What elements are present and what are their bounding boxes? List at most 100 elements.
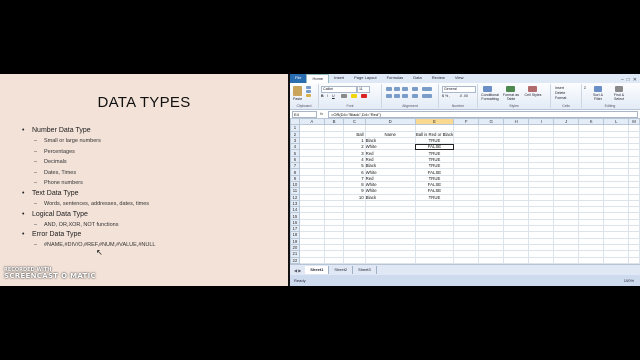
sheet-tab[interactable]: Sheet2 [329, 266, 354, 274]
cut-icon[interactable] [306, 86, 311, 89]
zoom-level[interactable]: 100% [620, 275, 640, 286]
cell-styles-button[interactable]: Cell Styles [524, 93, 542, 97]
sheet-nav-icon[interactable]: ◀ ▶ [290, 268, 305, 273]
sort-filter-icon[interactable] [594, 86, 602, 92]
autosum-icon[interactable]: Σ [584, 86, 586, 90]
orientation-icon[interactable] [412, 87, 418, 91]
fill-color-icon[interactable] [351, 94, 357, 98]
tab-file[interactable]: File [290, 74, 307, 83]
sub-bullet-item: Small or large numbers [22, 136, 284, 147]
copy-icon[interactable] [306, 90, 311, 93]
slide-title: DATA TYPES [97, 94, 191, 111]
conditional-formatting-icon[interactable] [483, 86, 492, 92]
ribbon-home: Paste Clipboard Calibri 11 B I U Font Al… [290, 83, 640, 110]
decimal-buttons[interactable]: .0 .00 [459, 94, 468, 98]
conditional-formatting-button[interactable]: Conditional Formatting [479, 93, 501, 101]
align-right-icon[interactable] [402, 94, 408, 98]
editing-group: Σ Sort & Filter Find & Select Editing [582, 84, 638, 108]
tab-insert[interactable]: Insert [329, 74, 349, 83]
number-group: General $ % , .0 .00 Number [439, 84, 478, 108]
worksheet-table: A B C D E F G H I J K L M 1 2 Ball Name Ball is Red or Bl… [290, 117, 640, 283]
sheet-tab[interactable]: Sheet1 [305, 266, 330, 274]
cell-styles-icon[interactable] [528, 86, 537, 92]
sheet-tab[interactable]: Sheet3 [353, 266, 377, 274]
format-painter-icon[interactable] [306, 94, 311, 97]
styles-group: Conditional Formatting Format as Table C… [478, 84, 551, 108]
paste-icon[interactable] [293, 86, 302, 96]
tab-data[interactable]: Data [408, 74, 426, 83]
bullet-item: Number Data Type [22, 126, 284, 136]
cells-group: Insert Delete Format Cells [551, 84, 582, 108]
tab-view[interactable]: View [450, 74, 469, 83]
presentation-slide: DATA TYPES Number Data TypeSmall or larg… [0, 74, 288, 286]
underline-button[interactable]: U [332, 94, 335, 98]
ribbon-tabs: File Home Insert Page Layout Formulas Data Rev… [290, 74, 468, 83]
sort-filter-button[interactable]: Sort & Filter [590, 93, 606, 101]
sub-bullet-item: Decimals [22, 157, 284, 168]
font-name-select[interactable]: Calibri [321, 86, 357, 93]
number-format-select[interactable]: General [442, 86, 476, 93]
watermark-brand: SCREENCAST O MATIC [4, 272, 96, 280]
insert-cells-button[interactable]: Insert [555, 86, 564, 90]
cells-label: Cells [562, 104, 570, 108]
bullet-item: Logical Data Type [22, 210, 284, 220]
find-select-icon[interactable] [615, 86, 623, 92]
sub-bullet-item: Percentages [22, 147, 284, 158]
sub-bullet-item: Dates, Times [22, 168, 284, 179]
format-as-table-icon[interactable] [506, 86, 515, 92]
status-text: Ready [294, 278, 306, 283]
borders-icon[interactable] [341, 94, 347, 98]
clipboard-label: Clipboard [296, 104, 312, 108]
screen-stage: DATA TYPES Number Data TypeSmall or larg… [0, 74, 640, 286]
ribbon-tab-bar: File Home Insert Page Layout Formulas Data Rev… [290, 74, 640, 83]
recording-watermark: RECORDED WITH SCREENCAST O MATIC [4, 267, 96, 280]
tab-review[interactable]: Review [427, 74, 450, 83]
name-box[interactable]: E4 [292, 111, 317, 118]
tab-page-layout[interactable]: Page Layout [349, 74, 381, 83]
bullet-item: Text Data Type [22, 189, 284, 199]
align-middle-icon[interactable] [394, 87, 400, 91]
number-label: Number [451, 104, 465, 108]
styles-label: Styles [509, 104, 519, 108]
cell[interactable]: Ball is Red or Black [414, 130, 455, 138]
align-bottom-icon[interactable] [402, 87, 408, 91]
italic-button[interactable]: I [327, 94, 328, 98]
align-center-icon[interactable] [394, 94, 400, 98]
format-cells-button[interactable]: Format [555, 96, 566, 100]
tab-home[interactable]: Home [306, 74, 330, 83]
sheet-tabs: Sheet1 Sheet2 Sheet3 [305, 266, 377, 274]
slide-bullet-list: Number Data TypeSmall or large numbersPe… [22, 126, 284, 251]
currency-button[interactable]: $ % , [442, 94, 450, 98]
sub-bullet-item: Words, sentences, addresses, dates, time… [22, 199, 284, 210]
sheet-tab-bar: ◀ ▶ Sheet1 Sheet2 Sheet3 [290, 264, 640, 275]
alignment-label: Alignment [402, 104, 418, 108]
find-select-button[interactable]: Find & Select [610, 93, 628, 101]
wrap-text-icon[interactable] [422, 87, 432, 91]
bullet-item: Error Data Type [22, 230, 284, 240]
format-as-table-button[interactable]: Format as Table [502, 93, 520, 101]
status-bar: Ready 100% [290, 275, 640, 286]
align-top-icon[interactable] [386, 87, 392, 91]
mouse-cursor-icon: ↖ [96, 248, 103, 257]
indent-icon[interactable] [412, 94, 418, 98]
align-left-icon[interactable] [386, 94, 392, 98]
paste-button[interactable]: Paste [293, 97, 302, 101]
sub-bullet-item: Phone numbers [22, 178, 284, 189]
fx-icon[interactable]: fx [320, 111, 323, 116]
alignment-group: Alignment [382, 84, 439, 108]
font-group: Calibri 11 B I U Font [319, 84, 382, 108]
merge-center-icon[interactable] [422, 94, 432, 98]
worksheet-grid: A B C D E F G H I J K L M 1 2 Ball Name Ball is Red or Bl… [290, 117, 640, 283]
sub-bullet-item: #NAME,#DIV/O,#REF,#NUM,#VALUE,#NULL [22, 240, 284, 251]
excel-window: File Home Insert Page Layout Formulas Data Rev… [290, 74, 640, 286]
tab-formulas[interactable]: Formulas [382, 74, 409, 83]
editing-label: Editing [604, 104, 616, 108]
clipboard-group: Paste Clipboard [290, 84, 319, 108]
formula-input[interactable]: =OR(D4="Black",D4="Red") [328, 111, 638, 118]
sub-bullet-item: AND, OR,XOR, NOT functions [22, 220, 284, 231]
font-color-icon[interactable] [361, 94, 367, 98]
font-size-select[interactable]: 11 [357, 86, 370, 93]
delete-cells-button[interactable]: Delete [555, 91, 565, 95]
bold-button[interactable]: B [321, 94, 324, 98]
font-label: Font [346, 104, 354, 108]
